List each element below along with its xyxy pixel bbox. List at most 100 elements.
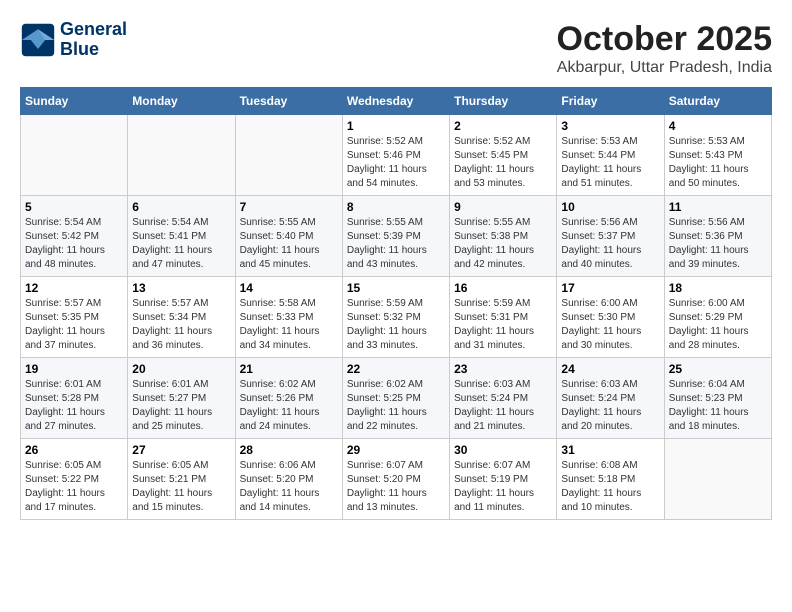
calendar-day: 10 Sunrise: 5:56 AM Sunset: 5:37 PM Dayli… xyxy=(557,196,664,277)
day-info: Sunrise: 6:05 AM Sunset: 5:21 PM Dayligh… xyxy=(132,459,230,515)
day-number: 30 xyxy=(454,443,552,457)
weekday-header: Wednesday xyxy=(342,88,449,115)
calendar-day: 27 Sunrise: 6:05 AM Sunset: 5:21 PM Dayli… xyxy=(128,439,235,520)
day-number: 15 xyxy=(347,281,445,295)
calendar-day: 21Sunrise: 6:02 AM Sunset: 5:26 PM Dayli… xyxy=(235,358,342,439)
calendar-empty xyxy=(128,115,235,196)
day-info: Sunrise: 6:07 AM Sunset: 5:19 PM Dayligh… xyxy=(454,459,552,515)
calendar-day: 8 Sunrise: 5:55 AM Sunset: 5:39 PM Daylig… xyxy=(342,196,449,277)
day-number: 29 xyxy=(347,443,445,457)
weekday-header: Sunday xyxy=(21,88,128,115)
day-number: 4 xyxy=(669,119,767,133)
calendar-day: 28 Sunrise: 6:06 AM Sunset: 5:20 PM Dayli… xyxy=(235,439,342,520)
day-info: Sunrise: 6:07 AM Sunset: 5:20 PM Dayligh… xyxy=(347,459,445,515)
calendar-empty xyxy=(664,439,771,520)
calendar-day: 15 Sunrise: 5:59 AM Sunset: 5:32 PM Dayli… xyxy=(342,277,449,358)
calendar-day: 12Sunrise: 5:57 AM Sunset: 5:35 PM Dayli… xyxy=(21,277,128,358)
day-info: Sunrise: 5:52 AM Sunset: 5:45 PM Dayligh… xyxy=(454,135,552,191)
day-info: Sunrise: 6:01 AM Sunset: 5:27 PM Dayligh… xyxy=(132,378,230,434)
calendar-day: 1 Sunrise: 5:52 AM Sunset: 5:46 PM Daylig… xyxy=(342,115,449,196)
day-info: Sunrise: 6:03 AM Sunset: 5:24 PM Dayligh… xyxy=(561,378,659,434)
calendar-empty xyxy=(21,115,128,196)
calendar-day: 11 Sunrise: 5:56 AM Sunset: 5:36 PM Dayli… xyxy=(664,196,771,277)
day-number: 28 xyxy=(240,443,338,457)
day-info: Sunrise: 5:55 AM Sunset: 5:38 PM Dayligh… xyxy=(454,216,552,272)
day-number: 20 xyxy=(132,362,230,376)
day-info: Sunrise: 6:02 AM Sunset: 5:25 PM Dayligh… xyxy=(347,378,445,434)
day-number: 14 xyxy=(240,281,338,295)
day-number: 26 xyxy=(25,443,123,457)
calendar-header-row: SundayMondayTuesdayWednesdayThursdayFrid… xyxy=(21,88,772,115)
calendar-day: 9Sunrise: 5:55 AM Sunset: 5:38 PM Daylig… xyxy=(450,196,557,277)
day-number: 24 xyxy=(561,362,659,376)
day-number: 5 xyxy=(25,200,123,214)
calendar-day: 13Sunrise: 5:57 AM Sunset: 5:34 PM Dayli… xyxy=(128,277,235,358)
weekday-header: Friday xyxy=(557,88,664,115)
day-info: Sunrise: 6:01 AM Sunset: 5:28 PM Dayligh… xyxy=(25,378,123,434)
day-info: Sunrise: 6:00 AM Sunset: 5:29 PM Dayligh… xyxy=(669,297,767,353)
calendar-day: 25Sunrise: 6:04 AM Sunset: 5:23 PM Dayli… xyxy=(664,358,771,439)
day-number: 1 xyxy=(347,119,445,133)
calendar-week-row: 1 Sunrise: 5:52 AM Sunset: 5:46 PM Daylig… xyxy=(21,115,772,196)
day-number: 23 xyxy=(454,362,552,376)
day-info: Sunrise: 6:03 AM Sunset: 5:24 PM Dayligh… xyxy=(454,378,552,434)
logo-text: General Blue xyxy=(60,20,127,60)
calendar-day: 20 Sunrise: 6:01 AM Sunset: 5:27 PM Dayli… xyxy=(128,358,235,439)
day-info: Sunrise: 5:58 AM Sunset: 5:33 PM Dayligh… xyxy=(240,297,338,353)
day-number: 21 xyxy=(240,362,338,376)
day-number: 22 xyxy=(347,362,445,376)
calendar-day: 2 Sunrise: 5:52 AM Sunset: 5:45 PM Daylig… xyxy=(450,115,557,196)
day-number: 13 xyxy=(132,281,230,295)
weekday-header: Monday xyxy=(128,88,235,115)
day-number: 2 xyxy=(454,119,552,133)
calendar-week-row: 12Sunrise: 5:57 AM Sunset: 5:35 PM Dayli… xyxy=(21,277,772,358)
day-number: 11 xyxy=(669,200,767,214)
calendar-day: 24 Sunrise: 6:03 AM Sunset: 5:24 PM Dayli… xyxy=(557,358,664,439)
calendar-day: 17Sunrise: 6:00 AM Sunset: 5:30 PM Dayli… xyxy=(557,277,664,358)
day-info: Sunrise: 5:54 AM Sunset: 5:41 PM Dayligh… xyxy=(132,216,230,272)
weekday-header: Saturday xyxy=(664,88,771,115)
day-info: Sunrise: 6:08 AM Sunset: 5:18 PM Dayligh… xyxy=(561,459,659,515)
day-info: Sunrise: 5:52 AM Sunset: 5:46 PM Dayligh… xyxy=(347,135,445,191)
day-info: Sunrise: 5:56 AM Sunset: 5:36 PM Dayligh… xyxy=(669,216,767,272)
weekday-header: Thursday xyxy=(450,88,557,115)
day-info: Sunrise: 5:54 AM Sunset: 5:42 PM Dayligh… xyxy=(25,216,123,272)
day-number: 12 xyxy=(25,281,123,295)
day-number: 6 xyxy=(132,200,230,214)
calendar-day: 30 Sunrise: 6:07 AM Sunset: 5:19 PM Dayli… xyxy=(450,439,557,520)
calendar-day: 26 Sunrise: 6:05 AM Sunset: 5:22 PM Dayli… xyxy=(21,439,128,520)
calendar-day: 22 Sunrise: 6:02 AM Sunset: 5:25 PM Dayli… xyxy=(342,358,449,439)
day-info: Sunrise: 6:00 AM Sunset: 5:30 PM Dayligh… xyxy=(561,297,659,353)
weekday-header: Tuesday xyxy=(235,88,342,115)
day-info: Sunrise: 6:05 AM Sunset: 5:22 PM Dayligh… xyxy=(25,459,123,515)
calendar-day: 4 Sunrise: 5:53 AM Sunset: 5:43 PM Daylig… xyxy=(664,115,771,196)
day-info: Sunrise: 5:59 AM Sunset: 5:31 PM Dayligh… xyxy=(454,297,552,353)
day-info: Sunrise: 6:04 AM Sunset: 5:23 PM Dayligh… xyxy=(669,378,767,434)
day-info: Sunrise: 5:53 AM Sunset: 5:44 PM Dayligh… xyxy=(561,135,659,191)
day-number: 27 xyxy=(132,443,230,457)
calendar-week-row: 26 Sunrise: 6:05 AM Sunset: 5:22 PM Dayli… xyxy=(21,439,772,520)
calendar-day: 19Sunrise: 6:01 AM Sunset: 5:28 PM Dayli… xyxy=(21,358,128,439)
calendar-day: 31 Sunrise: 6:08 AM Sunset: 5:18 PM Dayli… xyxy=(557,439,664,520)
day-number: 8 xyxy=(347,200,445,214)
day-info: Sunrise: 5:53 AM Sunset: 5:43 PM Dayligh… xyxy=(669,135,767,191)
calendar-day: 7Sunrise: 5:55 AM Sunset: 5:40 PM Daylig… xyxy=(235,196,342,277)
logo-icon xyxy=(20,22,56,58)
calendar: SundayMondayTuesdayWednesdayThursdayFrid… xyxy=(20,87,772,520)
calendar-day: 5 Sunrise: 5:54 AM Sunset: 5:42 PM Daylig… xyxy=(21,196,128,277)
day-number: 10 xyxy=(561,200,659,214)
location-title: Akbarpur, Uttar Pradesh, India xyxy=(557,59,772,77)
calendar-day: 18 Sunrise: 6:00 AM Sunset: 5:29 PM Dayli… xyxy=(664,277,771,358)
day-info: Sunrise: 5:55 AM Sunset: 5:39 PM Dayligh… xyxy=(347,216,445,272)
calendar-empty xyxy=(235,115,342,196)
day-number: 31 xyxy=(561,443,659,457)
day-number: 18 xyxy=(669,281,767,295)
day-info: Sunrise: 6:06 AM Sunset: 5:20 PM Dayligh… xyxy=(240,459,338,515)
day-info: Sunrise: 5:59 AM Sunset: 5:32 PM Dayligh… xyxy=(347,297,445,353)
title-block: October 2025 Akbarpur, Uttar Pradesh, In… xyxy=(557,20,772,77)
calendar-day: 23 Sunrise: 6:03 AM Sunset: 5:24 PM Dayli… xyxy=(450,358,557,439)
calendar-day: 29 Sunrise: 6:07 AM Sunset: 5:20 PM Dayli… xyxy=(342,439,449,520)
logo: General Blue xyxy=(20,20,127,60)
month-title: October 2025 xyxy=(557,20,772,59)
day-info: Sunrise: 5:56 AM Sunset: 5:37 PM Dayligh… xyxy=(561,216,659,272)
